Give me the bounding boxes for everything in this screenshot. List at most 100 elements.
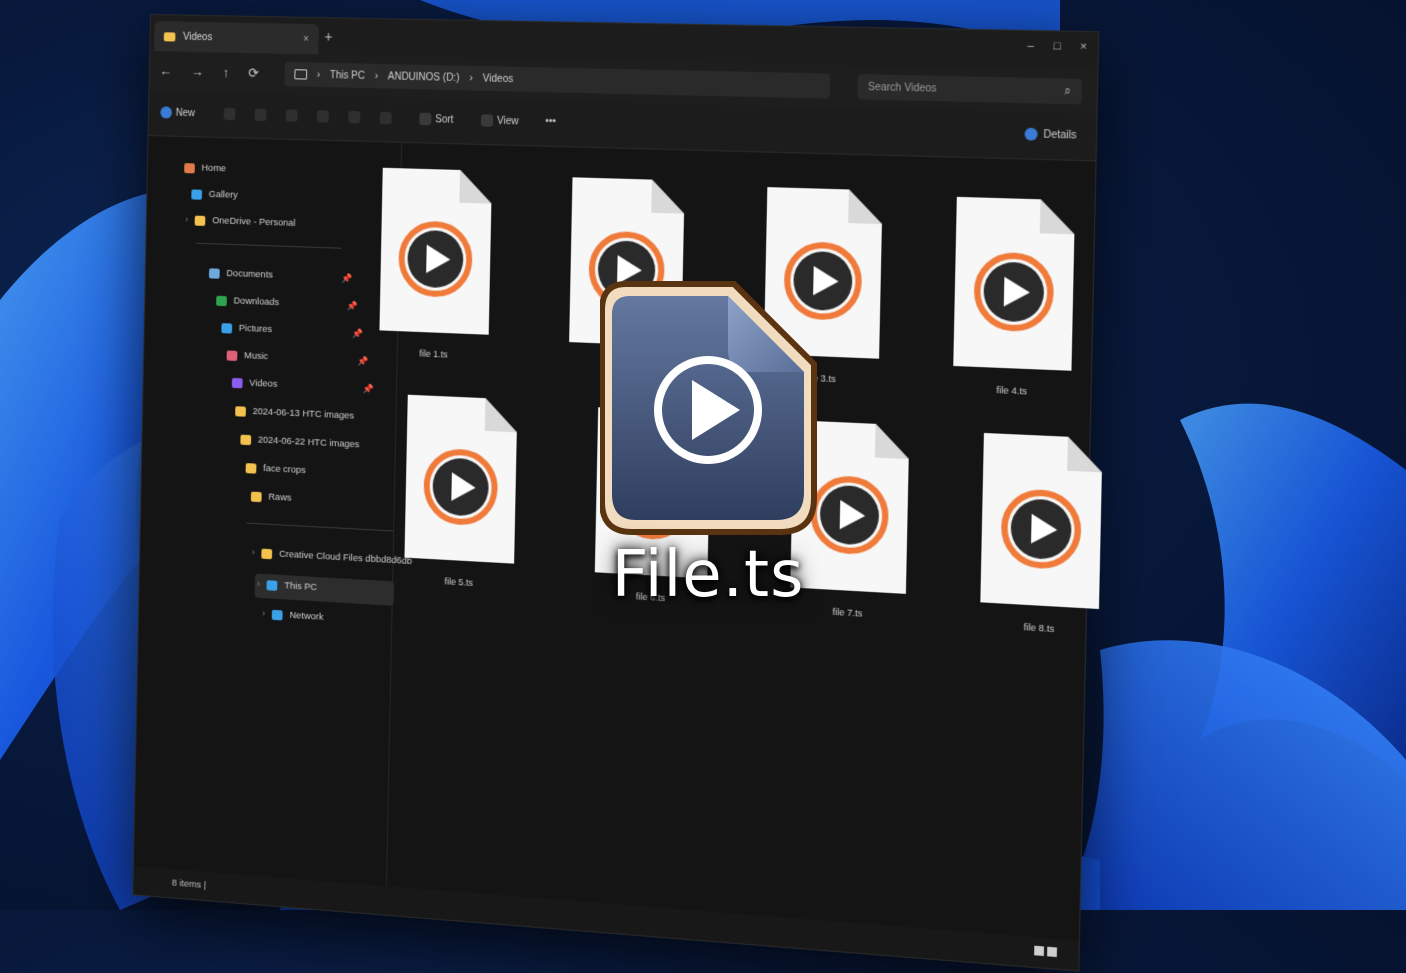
view-icon: [481, 114, 493, 127]
sidebar-item-label: Raws: [268, 491, 291, 503]
sidebar-item-label: Downloads: [233, 295, 279, 308]
refresh-button[interactable]: ⟳: [248, 65, 259, 81]
tiles-view-icon[interactable]: [1047, 947, 1057, 957]
documents-icon: [209, 268, 220, 278]
new-tab-button[interactable]: +: [324, 28, 332, 44]
sidebar-item-face-crops[interactable]: face crops: [246, 462, 306, 476]
search-icon: ⌕: [1064, 84, 1071, 98]
chevron-right-icon[interactable]: ›: [252, 547, 255, 558]
file-item[interactable]: file 5.ts: [384, 394, 538, 606]
file-name: file 5.ts: [384, 573, 534, 592]
sidebar-item-label: Music: [244, 350, 268, 362]
cut-icon: [224, 108, 236, 120]
details-button[interactable]: Details: [1025, 128, 1077, 142]
file-name: file 8.ts: [958, 618, 1120, 638]
sidebar-item-gallery[interactable]: Gallery: [191, 188, 238, 200]
copy-button[interactable]: [255, 109, 267, 121]
tab-title: Videos: [183, 31, 212, 43]
details-view-icon[interactable]: [1034, 946, 1044, 956]
sidebar-item-network[interactable]: › Network: [262, 608, 324, 623]
pictures-icon: [221, 323, 232, 333]
tab-videos[interactable]: Videos ×: [154, 21, 319, 54]
video-file-icon: [404, 395, 517, 564]
ts-file-icon: [600, 280, 818, 536]
sidebar-item-downloads[interactable]: Downloads: [216, 295, 279, 308]
pin-icon: 📌: [341, 273, 352, 285]
maximize-button[interactable]: □: [1053, 40, 1060, 53]
video-file-icon: [980, 433, 1102, 609]
computer-icon: [294, 69, 307, 79]
file-name: file 4.ts: [931, 382, 1092, 399]
breadcrumb[interactable]: › This PC › ANDUINOS (D:) › Videos: [284, 62, 830, 99]
search-placeholder: Search Videos: [868, 81, 937, 94]
sidebar-item-home[interactable]: Home: [184, 162, 226, 174]
sidebar-item-label: 2024-06-13 HTC images: [253, 406, 355, 422]
breadcrumb-this-pc[interactable]: This PC: [330, 69, 365, 81]
copy-icon: [255, 109, 267, 121]
file-item[interactable]: file 8.ts: [958, 432, 1124, 653]
sidebar-item-label: Network: [289, 610, 323, 623]
sidebar-item-label: Home: [201, 163, 226, 175]
video-file-icon: [379, 168, 492, 335]
close-button[interactable]: ×: [1080, 40, 1087, 53]
up-button[interactable]: ↑: [223, 65, 230, 81]
new-button[interactable]: New: [160, 106, 195, 119]
sidebar-item-onedrive[interactable]: › OneDrive - Personal: [185, 214, 296, 229]
share-icon: [348, 111, 360, 123]
sidebar-item-label: Pictures: [239, 323, 272, 335]
sidebar-item-videos[interactable]: Videos: [232, 377, 278, 390]
pin-icon: 📌: [362, 384, 373, 396]
delete-button[interactable]: [380, 112, 392, 125]
breadcrumb-videos[interactable]: Videos: [483, 73, 514, 85]
sort-button[interactable]: Sort: [419, 113, 453, 126]
sidebar-item-label: This PC: [284, 580, 317, 593]
sidebar-item-label: Gallery: [209, 189, 238, 201]
sidebar-item-htc-images-1[interactable]: 2024-06-13 HTC images: [235, 405, 354, 422]
sidebar-item-htc-images-2[interactable]: 2024-06-22 HTC images: [240, 434, 359, 451]
sidebar-item-pictures[interactable]: Pictures: [221, 322, 272, 335]
folder-icon: [240, 434, 251, 445]
view-button[interactable]: View: [481, 114, 519, 127]
music-icon: [227, 350, 238, 361]
rename-button[interactable]: [317, 110, 329, 122]
forward-button[interactable]: →: [191, 64, 204, 80]
search-input[interactable]: Search Videos ⌕: [857, 74, 1082, 104]
more-options-button[interactable]: •••: [545, 116, 556, 128]
breadcrumb-separator: ›: [469, 72, 473, 83]
tab-close-button[interactable]: ×: [303, 33, 309, 44]
chevron-right-icon[interactable]: ›: [257, 579, 260, 590]
details-icon: [1025, 128, 1038, 141]
folder-icon: [164, 32, 176, 41]
download-icon: [216, 295, 227, 305]
network-icon: [272, 609, 283, 620]
breadcrumb-separator: ›: [375, 70, 379, 81]
paste-button[interactable]: [286, 109, 298, 121]
pin-icon: 📌: [346, 301, 357, 313]
folder-icon: [235, 406, 246, 417]
details-label: Details: [1043, 129, 1076, 142]
sidebar-item-documents[interactable]: Documents: [209, 267, 273, 280]
divider: [247, 523, 394, 532]
sort-icon: [419, 113, 431, 126]
rename-icon: [317, 110, 329, 122]
video-file-icon: [953, 197, 1075, 371]
cut-button[interactable]: [224, 108, 236, 120]
sort-label: Sort: [435, 114, 453, 126]
share-button[interactable]: [348, 111, 360, 123]
chevron-right-icon[interactable]: ›: [262, 608, 265, 619]
sidebar-item-music[interactable]: Music: [227, 349, 269, 362]
chevron-right-icon[interactable]: ›: [185, 214, 188, 225]
add-icon: [160, 106, 172, 118]
home-icon: [184, 163, 195, 173]
divider: [196, 243, 342, 249]
back-button[interactable]: ←: [159, 63, 172, 79]
new-label: New: [176, 107, 195, 119]
file-item[interactable]: file 1.ts: [359, 167, 512, 376]
view-toggle[interactable]: [1034, 946, 1057, 957]
delete-icon: [380, 112, 392, 125]
sidebar-item-raws[interactable]: Raws: [251, 491, 292, 504]
folder-icon: [246, 463, 257, 474]
minimize-button[interactable]: –: [1027, 39, 1034, 52]
breadcrumb-drive[interactable]: ANDUINOS (D:): [388, 71, 460, 84]
file-item[interactable]: file 4.ts: [931, 196, 1097, 414]
